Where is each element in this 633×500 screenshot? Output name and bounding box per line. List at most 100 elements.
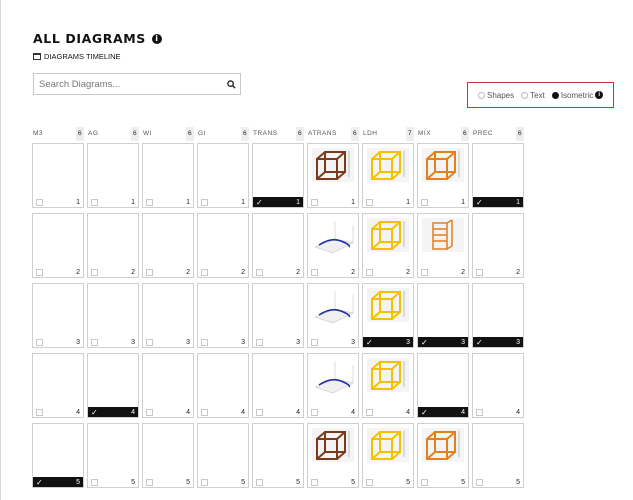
- cell-checkbox[interactable]: [201, 268, 208, 276]
- view-option-isometric[interactable]: Isometric i: [551, 91, 604, 100]
- cell-checkbox[interactable]: [421, 198, 428, 206]
- diagram-cell[interactable]: 5: [417, 423, 469, 488]
- cell-checkbox[interactable]: [311, 338, 318, 346]
- diagram-cell[interactable]: 1: [362, 143, 414, 208]
- cell-checkbox[interactable]: [201, 338, 208, 346]
- diagram-cell[interactable]: 1: [307, 143, 359, 208]
- diagram-cell[interactable]: ✓ 3: [472, 283, 524, 348]
- diagram-cell[interactable]: ✓ 1: [252, 143, 304, 208]
- cell-checkbox[interactable]: [146, 338, 153, 346]
- cell-checkbox[interactable]: [256, 478, 263, 486]
- diagram-cell[interactable]: 2: [197, 213, 249, 278]
- radio-isometric[interactable]: [551, 91, 559, 99]
- diagram-cell[interactable]: 2: [362, 213, 414, 278]
- radio-text[interactable]: [521, 91, 529, 99]
- diagram-cell[interactable]: 1: [87, 143, 139, 208]
- diagram-cell[interactable]: 1: [142, 143, 194, 208]
- diagram-cell[interactable]: 5: [87, 423, 139, 488]
- search-input[interactable]: [34, 74, 222, 94]
- cell-checkbox[interactable]: [311, 478, 318, 486]
- check-icon[interactable]: ✓: [476, 198, 484, 206]
- cell-checkbox[interactable]: [256, 408, 263, 416]
- isometric-info-icon[interactable]: i: [595, 91, 604, 99]
- diagram-cell[interactable]: 3: [142, 283, 194, 348]
- cell-checkbox[interactable]: [476, 268, 483, 276]
- check-icon[interactable]: ✓: [91, 408, 99, 416]
- diagram-cell[interactable]: 3: [32, 283, 84, 348]
- diagram-cell[interactable]: 4: [197, 353, 249, 418]
- diagram-cell[interactable]: ✓ 3: [362, 283, 414, 348]
- diagram-cell[interactable]: ✓ 4: [87, 353, 139, 418]
- cell-checkbox[interactable]: [256, 268, 263, 276]
- diagram-cell[interactable]: 1: [417, 143, 469, 208]
- diagram-cell[interactable]: 2: [87, 213, 139, 278]
- diagrams-timeline-link[interactable]: DIAGRAMS TIMELINE: [33, 52, 162, 61]
- diagram-cell[interactable]: ✓ 5: [32, 423, 84, 488]
- diagram-cell[interactable]: 2: [417, 213, 469, 278]
- cell-checkbox[interactable]: [201, 198, 208, 206]
- cell-checkbox[interactable]: [91, 198, 98, 206]
- cell-checkbox[interactable]: [146, 198, 153, 206]
- diagram-cell[interactable]: 5: [472, 423, 524, 488]
- diagram-cell[interactable]: 3: [307, 283, 359, 348]
- cell-checkbox[interactable]: [366, 478, 373, 486]
- diagram-cell[interactable]: 4: [142, 353, 194, 418]
- cell-checkbox[interactable]: [146, 478, 153, 486]
- diagram-cell[interactable]: 4: [362, 353, 414, 418]
- cell-checkbox[interactable]: [36, 198, 43, 206]
- cell-checkbox[interactable]: [366, 268, 373, 276]
- cell-checkbox[interactable]: [146, 268, 153, 276]
- diagram-cell[interactable]: 5: [252, 423, 304, 488]
- diagram-cell[interactable]: 3: [252, 283, 304, 348]
- diagram-cell[interactable]: ✓ 1: [472, 143, 524, 208]
- cell-checkbox[interactable]: [421, 478, 428, 486]
- cell-checkbox[interactable]: [476, 478, 483, 486]
- info-icon[interactable]: i: [151, 33, 162, 44]
- diagram-cell[interactable]: 5: [142, 423, 194, 488]
- cell-checkbox[interactable]: [146, 408, 153, 416]
- cell-checkbox[interactable]: [201, 408, 208, 416]
- cell-checkbox[interactable]: [366, 198, 373, 206]
- check-icon[interactable]: ✓: [476, 338, 484, 346]
- diagram-cell[interactable]: 4: [32, 353, 84, 418]
- check-icon[interactable]: ✓: [421, 408, 429, 416]
- diagram-cell[interactable]: 2: [32, 213, 84, 278]
- view-option-text[interactable]: Text: [521, 91, 545, 100]
- view-option-shapes[interactable]: Shapes: [478, 91, 514, 100]
- radio-shapes[interactable]: [478, 91, 485, 99]
- check-icon[interactable]: ✓: [36, 478, 44, 486]
- cell-checkbox[interactable]: [201, 478, 208, 486]
- check-icon[interactable]: ✓: [256, 198, 264, 206]
- cell-checkbox[interactable]: [311, 408, 318, 416]
- diagram-cell[interactable]: 5: [307, 423, 359, 488]
- check-icon[interactable]: ✓: [421, 338, 429, 346]
- diagram-cell[interactable]: 2: [472, 213, 524, 278]
- diagram-cell[interactable]: 4: [252, 353, 304, 418]
- diagram-cell[interactable]: 1: [32, 143, 84, 208]
- cell-checkbox[interactable]: [476, 408, 483, 416]
- cell-checkbox[interactable]: [256, 338, 263, 346]
- cell-checkbox[interactable]: [421, 268, 428, 276]
- diagram-cell[interactable]: 2: [307, 213, 359, 278]
- cell-checkbox[interactable]: [311, 198, 318, 206]
- cell-checkbox[interactable]: [366, 408, 373, 416]
- cell-checkbox[interactable]: [91, 268, 98, 276]
- cell-checkbox[interactable]: [91, 478, 98, 486]
- cell-checkbox[interactable]: [36, 338, 43, 346]
- diagram-cell[interactable]: ✓ 3: [417, 283, 469, 348]
- diagram-cell[interactable]: 5: [362, 423, 414, 488]
- diagram-cell[interactable]: ✓ 4: [417, 353, 469, 418]
- diagram-cell[interactable]: 2: [142, 213, 194, 278]
- diagram-cell[interactable]: 2: [252, 213, 304, 278]
- cell-checkbox[interactable]: [36, 408, 43, 416]
- check-icon[interactable]: ✓: [366, 338, 374, 346]
- search-icon[interactable]: [222, 79, 240, 89]
- diagram-cell[interactable]: 1: [197, 143, 249, 208]
- cell-checkbox[interactable]: [91, 338, 98, 346]
- diagram-cell[interactable]: 4: [307, 353, 359, 418]
- diagram-cell[interactable]: 3: [197, 283, 249, 348]
- cell-checkbox[interactable]: [36, 268, 43, 276]
- diagram-cell[interactable]: 3: [87, 283, 139, 348]
- diagram-cell[interactable]: 5: [197, 423, 249, 488]
- diagram-cell[interactable]: 4: [472, 353, 524, 418]
